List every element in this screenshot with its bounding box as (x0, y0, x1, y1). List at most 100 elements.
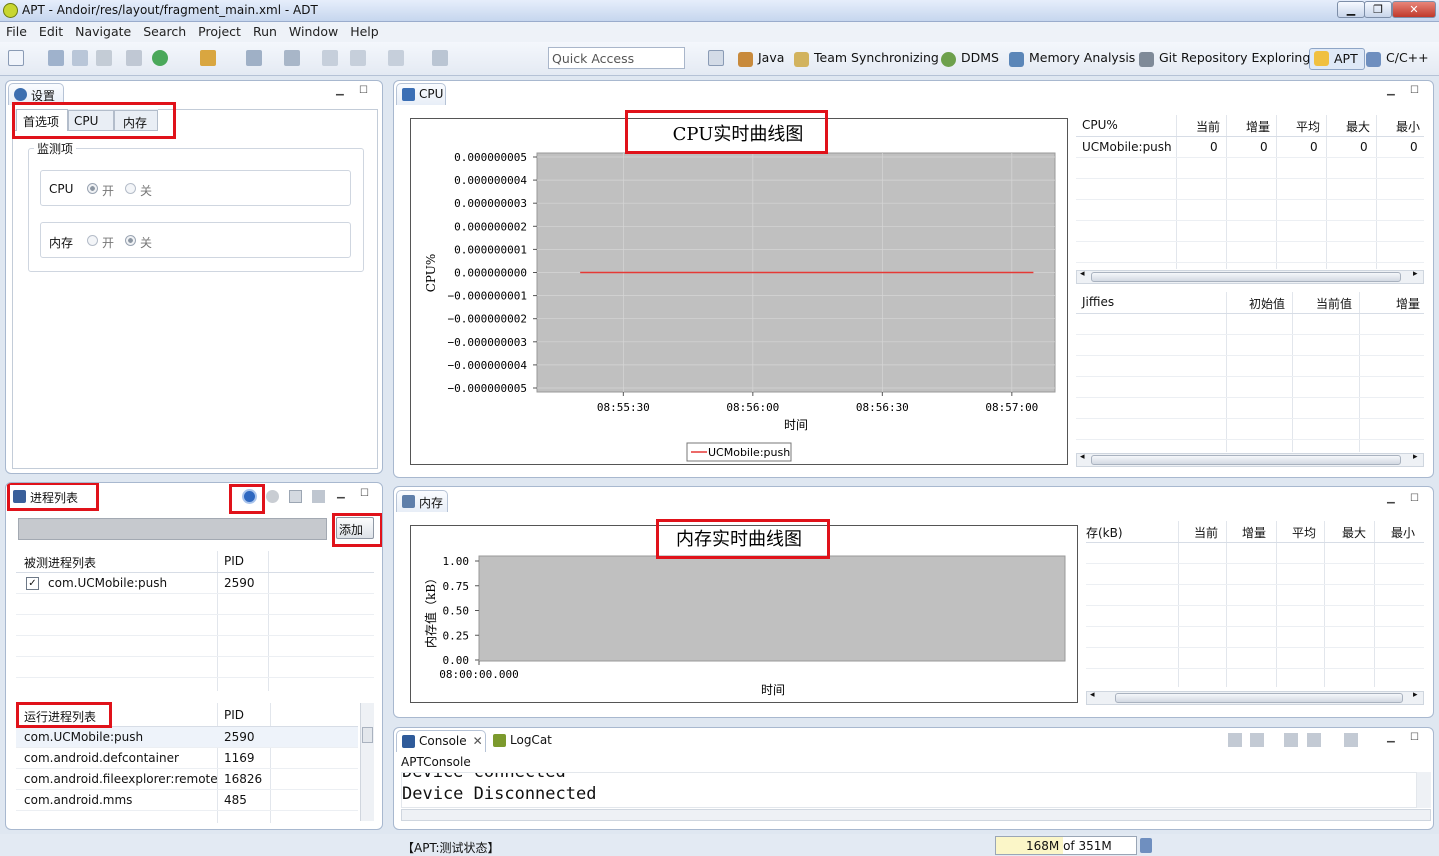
legend-label: UCMobile:push (708, 446, 790, 459)
forward-icon[interactable] (388, 50, 404, 66)
save-icon[interactable] (48, 50, 64, 66)
nav-icon[interactable] (350, 50, 366, 66)
cpu-table: CPU% 当前 增量 平均 最大 最小 UCMobile:push 0 0 0 0 0 (1076, 115, 1424, 269)
maximize-view-button[interactable]: ☐ (1410, 493, 1419, 504)
cpp-icon (1366, 52, 1381, 67)
table-row[interactable]: UCMobile:push 0 0 0 0 0 (1076, 137, 1424, 158)
process-filter-input[interactable] (18, 518, 327, 540)
minimize-view-button[interactable]: ▁ (1387, 493, 1395, 504)
cpu-table-hscroll[interactable]: ◂ ▸ (1076, 269, 1424, 284)
prev-annotation-icon[interactable] (284, 50, 300, 66)
perspective-cpp[interactable]: C/C++ (1366, 50, 1429, 70)
minimize-view-button[interactable]: ▁ (1387, 732, 1395, 743)
running-scroll-thumb[interactable] (362, 727, 373, 743)
perspective-java[interactable]: Java (738, 50, 784, 70)
maximize-button[interactable]: ❐ (1364, 1, 1392, 18)
perspective-apt[interactable]: APT (1309, 48, 1365, 70)
menu-window[interactable]: Window (283, 22, 344, 39)
memory-view-tab[interactable]: 内存 (396, 490, 448, 512)
table-row[interactable]: ✓ com.UCMobile:push 2590 (16, 573, 374, 594)
back-icon[interactable] (322, 50, 338, 66)
running-scrollbar[interactable] (360, 703, 374, 821)
menu-help[interactable]: Help (344, 22, 385, 39)
minimize-view-button[interactable]: ▁ (337, 488, 345, 499)
table-row[interactable]: com.android.defcontainer 1169 (16, 748, 358, 769)
memory-view: 内存 ▁ ☐ 内存实时曲线图 1.00 0.75 0.50 0.25 0.00 08:00:… (393, 486, 1434, 718)
stop-icon[interactable] (266, 490, 279, 503)
cpu-view-icon (402, 88, 415, 101)
monitor-group-label: 监测项 (34, 140, 77, 157)
x-tick-label: 08:00:00.000 (439, 668, 518, 681)
menu-edit[interactable]: Edit (33, 22, 69, 39)
maximize-view-button[interactable]: ☐ (359, 85, 368, 96)
table-row[interactable]: com.android.mms 485 (16, 790, 358, 811)
close-button[interactable]: ✕ (1392, 1, 1436, 18)
y-axis-label: CPU% (424, 254, 438, 293)
console-hscroll[interactable] (401, 809, 1431, 821)
perspective-git[interactable]: Git Repository Exploring (1139, 50, 1310, 70)
heap-status[interactable]: 168M of 351M (995, 836, 1137, 855)
maximize-view-button[interactable]: ☐ (1410, 732, 1419, 743)
process-panel: 进程列表 ▁ ☐ 添加 被测进程列表 PID ✓ com.UCMobile:pu… (5, 482, 383, 830)
y-tick-label: −0.000000004 (448, 359, 528, 372)
table-row[interactable]: com.UCMobile:push 2590 (16, 727, 358, 748)
logcat-tab[interactable]: LogCat (488, 730, 554, 752)
open-perspective-icon[interactable] (708, 50, 724, 66)
menu-run[interactable]: Run (247, 22, 283, 39)
next-annotation-icon[interactable] (246, 50, 262, 66)
minimize-button[interactable]: ▁ (1337, 1, 1365, 18)
scroll-lock-icon[interactable] (1250, 733, 1264, 747)
menu-file[interactable]: File (0, 22, 33, 39)
new-icon[interactable] (8, 50, 24, 66)
console-line: Device connected (402, 772, 566, 782)
console-panel: Console ✕ LogCat ▁ ☐ APTConsole Device co… (393, 727, 1434, 830)
perspective-memory-analysis[interactable]: Memory Analysis (1009, 50, 1135, 70)
memory-off-radio[interactable] (125, 235, 136, 246)
quick-access-input[interactable]: Quick Access (548, 47, 685, 69)
debug-icon[interactable] (152, 50, 168, 66)
filter-icon[interactable] (289, 490, 302, 503)
cpu-chart: CPU实时曲线图0.0000000050.0000000040.00000000… (424, 124, 1056, 462)
window-title: APT - Andoir/res/layout/fragment_main.xm… (22, 3, 318, 17)
perspective-team-sync[interactable]: Team Synchronizing (794, 50, 939, 70)
cpu-on-radio[interactable] (87, 183, 98, 194)
memory-table-hscroll[interactable]: ◂ ▸ (1086, 690, 1424, 705)
console-output[interactable]: Device connected Device Disconnected (401, 772, 1417, 808)
console-line: Device Disconnected (402, 784, 597, 804)
settings-panel: 设置 ▁ ☐ 首选项 CPU 内存 监测项 CPU 开 关 内存 开 关 (5, 80, 383, 474)
close-icon[interactable]: ✕ (473, 734, 483, 748)
perspective-ddms[interactable]: DDMS (941, 50, 999, 70)
minimize-view-button[interactable]: ▁ (336, 85, 344, 96)
menu-search[interactable]: Search (137, 22, 192, 39)
maximize-view-button[interactable]: ☐ (360, 488, 369, 499)
terminal-icon[interactable] (126, 50, 142, 66)
pin-console-icon[interactable] (1284, 733, 1298, 747)
table-row[interactable]: com.android.fileexplorer:remote 16826 (16, 769, 358, 790)
cpu-view: CPU ▁ ☐ CPU实时曲线图 0.000000005 0.000000004 0.… (393, 80, 1434, 478)
trash-icon[interactable] (1140, 838, 1152, 853)
display-console-icon[interactable] (1307, 733, 1321, 747)
y-tick-label: 0.000000005 (454, 151, 527, 164)
device-icon[interactable] (312, 490, 325, 503)
jiffies-table-hscroll[interactable]: ◂ ▸ (1076, 452, 1424, 467)
build-icon[interactable] (200, 50, 216, 66)
cpu-off-radio[interactable] (125, 183, 136, 194)
highlight-refresh (229, 484, 265, 514)
x-tick-label: 08:56:00 (726, 401, 779, 414)
menu-navigate[interactable]: Navigate (69, 22, 137, 39)
save-all-icon[interactable] (72, 50, 88, 66)
print-icon[interactable] (96, 50, 112, 66)
minimize-view-button[interactable]: ▁ (1387, 85, 1395, 96)
console-tab[interactable]: Console ✕ (396, 730, 486, 752)
new-console-icon[interactable] (1344, 733, 1358, 747)
ddms-icon (941, 52, 956, 67)
cpu-view-tab[interactable]: CPU (396, 83, 446, 105)
y-tick-label: 0.000000002 (454, 220, 527, 233)
pin-icon[interactable] (432, 50, 448, 66)
clear-console-icon[interactable] (1228, 733, 1242, 747)
maximize-view-button[interactable]: ☐ (1410, 85, 1419, 96)
monitor-checkbox[interactable]: ✓ (26, 577, 39, 590)
console-vscroll[interactable] (1417, 772, 1431, 808)
memory-on-radio[interactable] (87, 235, 98, 246)
menu-project[interactable]: Project (192, 22, 247, 39)
